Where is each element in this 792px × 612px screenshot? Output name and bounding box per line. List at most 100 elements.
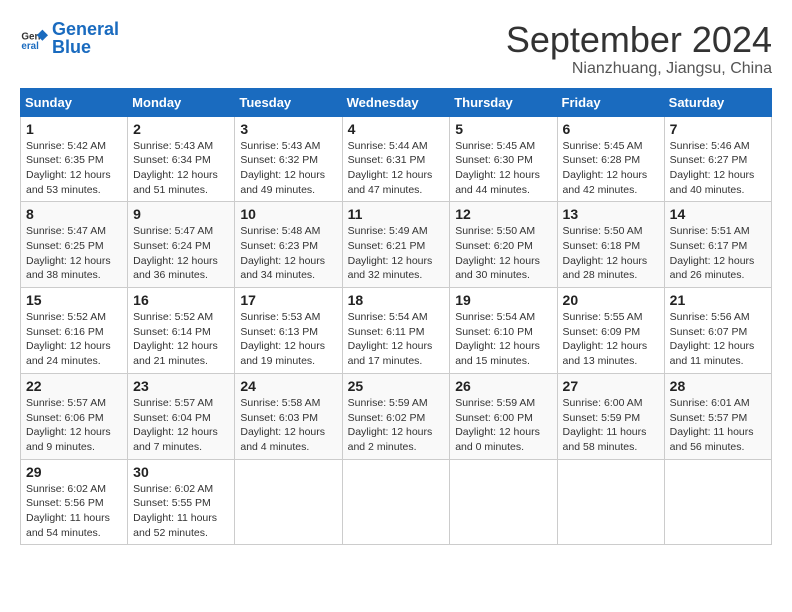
day-number: 15 [26, 292, 122, 308]
col-header-sunday: Sunday [21, 88, 128, 116]
day-number: 26 [455, 378, 551, 394]
day-number: 14 [670, 206, 766, 222]
day-info: Sunrise: 5:50 AM Sunset: 6:20 PM Dayligh… [455, 224, 551, 283]
day-number: 3 [240, 121, 336, 137]
day-info: Sunrise: 5:44 AM Sunset: 6:31 PM Dayligh… [348, 139, 445, 198]
day-number: 5 [455, 121, 551, 137]
day-info: Sunrise: 5:54 AM Sunset: 6:10 PM Dayligh… [455, 310, 551, 369]
day-info: Sunrise: 5:52 AM Sunset: 6:16 PM Dayligh… [26, 310, 122, 369]
calendar-cell: 24Sunrise: 5:58 AM Sunset: 6:03 PM Dayli… [235, 373, 342, 459]
calendar-cell: 29 Sunrise: 6:02 AM Sunset: 5:56 PM Dayli… [21, 459, 128, 545]
month-title: September 2024 [506, 20, 772, 60]
day-number: 8 [26, 206, 122, 222]
day-number: 12 [455, 206, 551, 222]
calendar-cell: 18 Sunrise: 5:54 AM Sunset: 6:11 PM Dayli… [342, 288, 450, 374]
day-info: Sunrise: 5:45 AM Sunset: 6:28 PM Dayligh… [563, 139, 659, 198]
day-info: Sunrise: 5:53 AM Sunset: 6:13 PM Dayligh… [240, 310, 336, 369]
day-info: Sunrise: 5:43 AM Sunset: 6:32 PM Dayligh… [240, 139, 336, 198]
day-number: 23 [133, 378, 229, 394]
day-info: Sunrise: 5:42 AM Sunset: 6:35 PM Dayligh… [26, 139, 122, 198]
day-info: Sunrise: 5:59 AM Sunset: 6:00 PM Dayligh… [455, 396, 551, 455]
col-header-thursday: Thursday [450, 88, 557, 116]
day-number: 30 [133, 464, 229, 480]
day-number: 13 [563, 206, 659, 222]
day-info: Sunrise: 5:45 AM Sunset: 6:30 PM Dayligh… [455, 139, 551, 198]
day-info: Sunrise: 6:01 AM Sunset: 5:57 PM Dayligh… [670, 396, 766, 455]
day-number: 1 [26, 121, 122, 137]
day-number: 28 [670, 378, 766, 394]
calendar-cell: 19Sunrise: 5:54 AM Sunset: 6:10 PM Dayli… [450, 288, 557, 374]
col-header-friday: Friday [557, 88, 664, 116]
day-number: 16 [133, 292, 229, 308]
day-info: Sunrise: 6:02 AM Sunset: 5:56 PM Dayligh… [26, 482, 122, 541]
day-info: Sunrise: 5:50 AM Sunset: 6:18 PM Dayligh… [563, 224, 659, 283]
title-area: September 2024 Nianzhuang, Jiangsu, Chin… [506, 20, 772, 78]
calendar-cell: 7 Sunrise: 5:46 AM Sunset: 6:27 PM Daylig… [664, 116, 771, 202]
calendar-cell: 10 Sunrise: 5:48 AM Sunset: 6:23 PM Dayli… [235, 202, 342, 288]
svg-text:eral: eral [21, 41, 39, 52]
col-header-tuesday: Tuesday [235, 88, 342, 116]
calendar-cell: 17 Sunrise: 5:53 AM Sunset: 6:13 PM Dayli… [235, 288, 342, 374]
day-number: 24 [240, 378, 336, 394]
calendar-cell: 8 Sunrise: 5:47 AM Sunset: 6:25 PM Daylig… [21, 202, 128, 288]
calendar-cell: 11Sunrise: 5:49 AM Sunset: 6:21 PM Dayli… [342, 202, 450, 288]
day-info: Sunrise: 6:00 AM Sunset: 5:59 PM Dayligh… [563, 396, 659, 455]
calendar-cell: 15 Sunrise: 5:52 AM Sunset: 6:16 PM Dayli… [21, 288, 128, 374]
day-number: 20 [563, 292, 659, 308]
calendar-cell: 5 Sunrise: 5:45 AM Sunset: 6:30 PM Daylig… [450, 116, 557, 202]
day-number: 22 [26, 378, 122, 394]
calendar-cell [664, 459, 771, 545]
day-info: Sunrise: 5:47 AM Sunset: 6:24 PM Dayligh… [133, 224, 229, 283]
calendar-cell: 28 Sunrise: 6:01 AM Sunset: 5:57 PM Dayli… [664, 373, 771, 459]
calendar-cell [235, 459, 342, 545]
day-number: 29 [26, 464, 122, 480]
day-info: Sunrise: 5:46 AM Sunset: 6:27 PM Dayligh… [670, 139, 766, 198]
calendar-cell [450, 459, 557, 545]
calendar-cell: 3 Sunrise: 5:43 AM Sunset: 6:32 PM Daylig… [235, 116, 342, 202]
calendar-cell: 25 Sunrise: 5:59 AM Sunset: 6:02 PM Dayli… [342, 373, 450, 459]
day-info: Sunrise: 5:47 AM Sunset: 6:25 PM Dayligh… [26, 224, 122, 283]
page-header: Gen eral GeneralBlue September 2024 Nian… [20, 20, 772, 78]
day-info: Sunrise: 5:51 AM Sunset: 6:17 PM Dayligh… [670, 224, 766, 283]
col-header-saturday: Saturday [664, 88, 771, 116]
day-info: Sunrise: 5:52 AM Sunset: 6:14 PM Dayligh… [133, 310, 229, 369]
day-info: Sunrise: 5:49 AM Sunset: 6:21 PM Dayligh… [348, 224, 445, 283]
calendar-cell: 22Sunrise: 5:57 AM Sunset: 6:06 PM Dayli… [21, 373, 128, 459]
calendar-cell: 14 Sunrise: 5:51 AM Sunset: 6:17 PM Dayli… [664, 202, 771, 288]
calendar-cell: 20 Sunrise: 5:55 AM Sunset: 6:09 PM Dayli… [557, 288, 664, 374]
day-info: Sunrise: 5:59 AM Sunset: 6:02 PM Dayligh… [348, 396, 445, 455]
calendar-cell: 6 Sunrise: 5:45 AM Sunset: 6:28 PM Daylig… [557, 116, 664, 202]
day-number: 18 [348, 292, 445, 308]
day-number: 9 [133, 206, 229, 222]
day-number: 10 [240, 206, 336, 222]
day-info: Sunrise: 6:02 AM Sunset: 5:55 PM Dayligh… [133, 482, 229, 541]
calendar-cell [557, 459, 664, 545]
calendar-cell: 23 Sunrise: 5:57 AM Sunset: 6:04 PM Dayli… [128, 373, 235, 459]
day-number: 17 [240, 292, 336, 308]
day-number: 25 [348, 378, 445, 394]
day-info: Sunrise: 5:57 AM Sunset: 6:04 PM Dayligh… [133, 396, 229, 455]
calendar-cell: 21 Sunrise: 5:56 AM Sunset: 6:07 PM Dayli… [664, 288, 771, 374]
location-title: Nianzhuang, Jiangsu, China [506, 60, 772, 78]
col-header-monday: Monday [128, 88, 235, 116]
day-number: 21 [670, 292, 766, 308]
calendar-cell: 9 Sunrise: 5:47 AM Sunset: 6:24 PM Daylig… [128, 202, 235, 288]
calendar-cell: 27 Sunrise: 6:00 AM Sunset: 5:59 PM Dayli… [557, 373, 664, 459]
col-header-wednesday: Wednesday [342, 88, 450, 116]
day-info: Sunrise: 5:48 AM Sunset: 6:23 PM Dayligh… [240, 224, 336, 283]
calendar-table: SundayMondayTuesdayWednesdayThursdayFrid… [20, 88, 772, 546]
calendar-cell: 30 Sunrise: 6:02 AM Sunset: 5:55 PM Dayli… [128, 459, 235, 545]
calendar-cell: 2 Sunrise: 5:43 AM Sunset: 6:34 PM Daylig… [128, 116, 235, 202]
day-number: 2 [133, 121, 229, 137]
day-info: Sunrise: 5:56 AM Sunset: 6:07 PM Dayligh… [670, 310, 766, 369]
calendar-cell: 16 Sunrise: 5:52 AM Sunset: 6:14 PM Dayli… [128, 288, 235, 374]
calendar-cell: 13 Sunrise: 5:50 AM Sunset: 6:18 PM Dayli… [557, 202, 664, 288]
day-number: 27 [563, 378, 659, 394]
day-number: 7 [670, 121, 766, 137]
day-number: 6 [563, 121, 659, 137]
day-info: Sunrise: 5:55 AM Sunset: 6:09 PM Dayligh… [563, 310, 659, 369]
day-info: Sunrise: 5:43 AM Sunset: 6:34 PM Dayligh… [133, 139, 229, 198]
logo-text: GeneralBlue [52, 20, 119, 56]
logo: Gen eral GeneralBlue [20, 20, 119, 56]
day-info: Sunrise: 5:54 AM Sunset: 6:11 PM Dayligh… [348, 310, 445, 369]
